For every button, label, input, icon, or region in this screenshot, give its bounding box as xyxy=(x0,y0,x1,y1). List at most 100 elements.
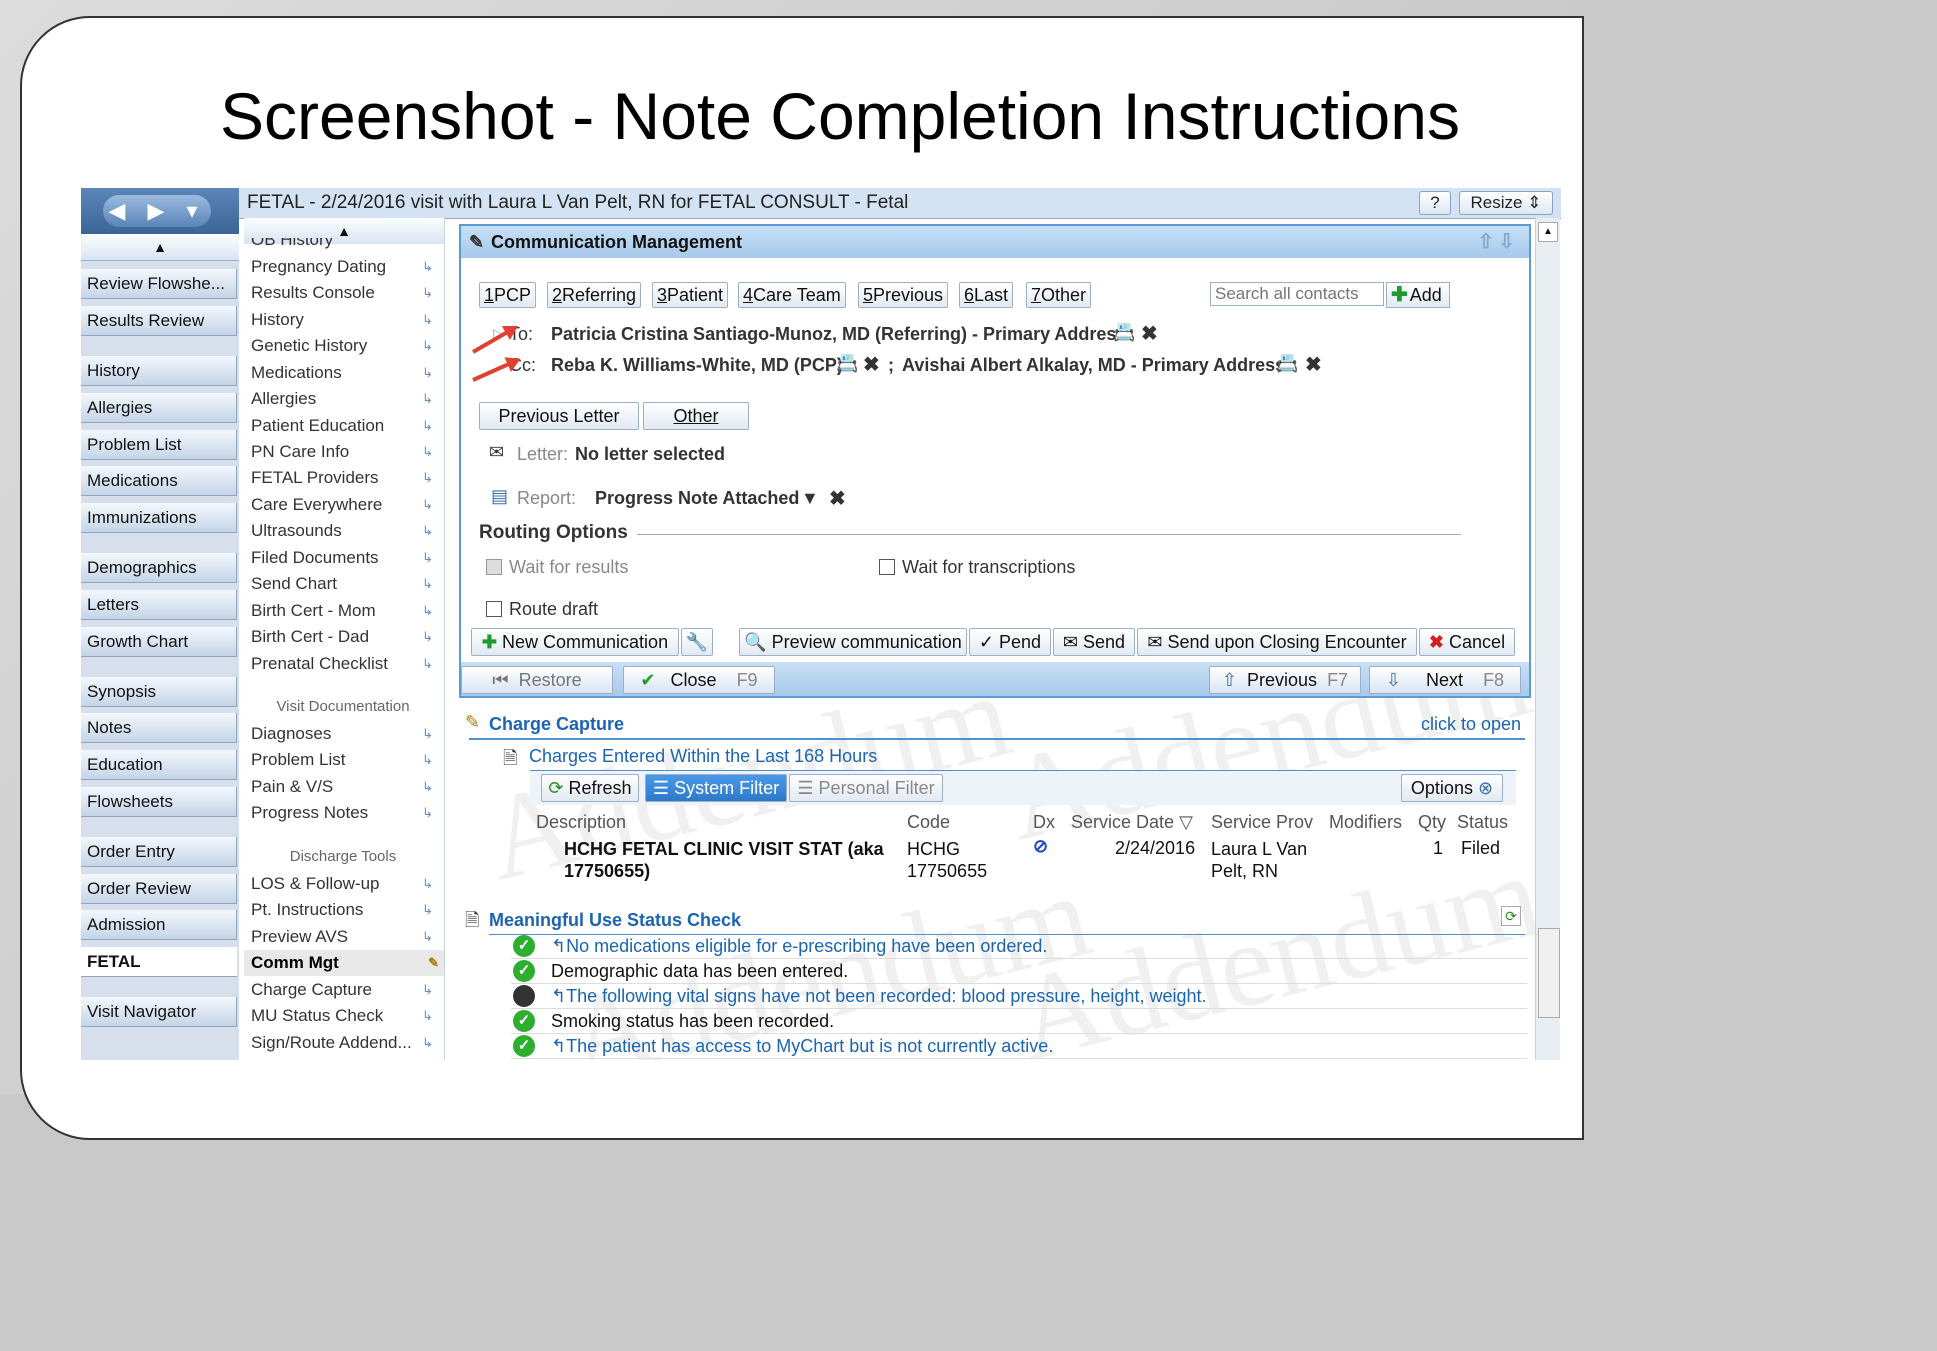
column-header-service-prov[interactable]: Service Prov xyxy=(1211,812,1313,833)
column-header-code[interactable]: Code xyxy=(907,812,950,833)
dx-icon[interactable]: ⊘ xyxy=(1033,836,1048,857)
remove-report-icon[interactable]: ✖ xyxy=(829,486,846,511)
mu-status-title[interactable]: Meaningful Use Status Check xyxy=(489,910,741,931)
sidebar-item-order-entry[interactable]: Order Entry xyxy=(81,837,237,867)
sidebar-item-problem-list[interactable]: Problem List xyxy=(81,430,237,460)
sidebar-item-growth-chart[interactable]: Growth Chart xyxy=(81,627,237,657)
cancel-button[interactable]: ✖ Cancel xyxy=(1419,628,1515,656)
help-button[interactable]: ? xyxy=(1419,191,1451,215)
sidebar-item-medications[interactable]: Medications xyxy=(81,466,237,496)
move-up-down-icon[interactable]: ⇧⇩ xyxy=(1477,226,1519,258)
menu-item-genetic-history[interactable]: Genetic History ↳ xyxy=(251,333,441,359)
remove-recipient-icon[interactable]: ✖ xyxy=(1305,352,1322,377)
menu-item-allergies[interactable]: Allergies ↳ xyxy=(251,386,441,412)
address-book-icon[interactable]: 📇 xyxy=(1113,322,1135,343)
add-contact-button[interactable]: ✚ Add xyxy=(1386,282,1450,308)
preview-communication-button[interactable]: 🔍 Preview communication xyxy=(739,628,967,656)
column-header-service-date[interactable]: Service Date ▽ xyxy=(1071,812,1193,833)
column-header-description[interactable]: Description xyxy=(536,812,626,833)
to-recipient[interactable]: Patricia Cristina Santiago-Munoz, MD (Re… xyxy=(551,324,1126,345)
send-button[interactable]: ✉ Send xyxy=(1053,628,1135,656)
address-book-icon[interactable]: 📇 xyxy=(1276,353,1298,374)
scroll-up-icon[interactable]: ▲ xyxy=(1538,222,1558,242)
report-value[interactable]: Progress Note Attached xyxy=(595,488,799,509)
sidebar-item-visit-navigator[interactable]: Visit Navigator xyxy=(81,997,237,1027)
menu-item-filed-documents[interactable]: Filed Documents ↳ xyxy=(251,545,441,571)
other-button[interactable]: Other xyxy=(643,402,749,430)
nav-scroll-up-icon[interactable]: ▲ xyxy=(81,234,239,261)
menu-item-diagnoses[interactable]: Diagnoses ↳ xyxy=(251,721,441,747)
remove-recipient-icon[interactable]: ✖ xyxy=(1141,321,1158,346)
route-draft-checkbox[interactable] xyxy=(486,601,502,617)
sidebar-item-immunizations[interactable]: Immunizations xyxy=(81,503,237,533)
tab-last[interactable]: 6Last xyxy=(959,282,1014,308)
mu-item[interactable]: ✓ ↰No medications eligible for e-prescri… xyxy=(511,934,1527,959)
column-header-status[interactable]: Status xyxy=(1457,812,1508,833)
menu-item-charge-capture[interactable]: Charge Capture ↳ xyxy=(251,977,441,1003)
chevron-down-icon[interactable]: ▼ xyxy=(801,488,819,509)
menu-item-pt-instructions[interactable]: Pt. Instructions ↳ xyxy=(251,897,441,923)
new-communication-button[interactable]: ✚ New Communication xyxy=(471,628,679,656)
column-header-dx[interactable]: Dx xyxy=(1033,812,1055,833)
menu-item-birth-cert-dad[interactable]: Birth Cert - Dad ↳ xyxy=(251,624,441,650)
menu-item-comm-mgt[interactable]: Comm Mgt ✎ xyxy=(244,950,444,976)
menu-item-ob-history[interactable]: OB History xyxy=(251,238,441,252)
system-filter-button[interactable]: ☰ System Filter xyxy=(645,774,787,802)
sidebar-item-fetal[interactable]: FETAL xyxy=(81,947,237,977)
menu-item-medications[interactable]: Medications ↳ xyxy=(251,360,441,386)
column-header-modifiers[interactable]: Modifiers xyxy=(1329,812,1402,833)
sidebar-item-education[interactable]: Education xyxy=(81,750,237,780)
menu-item-birth-cert-mom[interactable]: Birth Cert - Mom ↳ xyxy=(251,598,441,624)
search-contacts-input[interactable] xyxy=(1210,282,1384,306)
click-to-open-link[interactable]: click to open xyxy=(1421,714,1521,735)
menu-item-fetal-providers[interactable]: FETAL Providers ↳ xyxy=(251,465,441,491)
scrollbar-thumb[interactable] xyxy=(1538,928,1560,1018)
options-button[interactable]: Options ⊗ xyxy=(1401,774,1503,802)
menu-item-ultrasounds[interactable]: Ultrasounds ↳ xyxy=(251,518,441,544)
column-header-qty[interactable]: Qty xyxy=(1418,812,1446,833)
resize-button[interactable]: Resize ⇕ xyxy=(1459,191,1553,215)
charge-capture-title[interactable]: Charge Capture xyxy=(489,714,624,735)
tab-pcp[interactable]: 1PCP xyxy=(479,282,537,308)
cc-recipient-1[interactable]: Reba K. Williams-White, MD (PCP) xyxy=(551,355,843,376)
wait-transcriptions-checkbox[interactable] xyxy=(879,559,895,575)
personal-filter-button[interactable]: ☰ Personal Filter xyxy=(789,774,943,802)
menu-item-care-everywhere[interactable]: Care Everywhere ↳ xyxy=(251,492,441,518)
previous-letter-button[interactable]: Previous Letter xyxy=(479,402,639,430)
menu-item-pn-care-info[interactable]: PN Care Info ↳ xyxy=(251,439,441,465)
remove-recipient-icon[interactable]: ✖ xyxy=(863,352,880,377)
pend-button[interactable]: ✓ Pend xyxy=(969,628,1051,656)
mu-item[interactable]: ✓ ↰The patient has access to MyChart but… xyxy=(511,1034,1527,1059)
menu-item-history[interactable]: History ↳ xyxy=(251,307,441,333)
tab-other[interactable]: 7Other xyxy=(1026,282,1092,308)
menu-item-pregnancy-dating[interactable]: Pregnancy Dating ↳ xyxy=(251,254,441,280)
tab-previous[interactable]: 5Previous xyxy=(858,282,949,308)
sidebar-item-letters[interactable]: Letters xyxy=(81,590,237,620)
back-forward-icon[interactable]: ◀ ▶ ▾ xyxy=(103,195,211,227)
restore-button[interactable]: ⏮ Restore xyxy=(461,666,613,694)
next-button[interactable]: ⇩ Next F8 xyxy=(1369,666,1521,694)
sidebar-item-notes[interactable]: Notes xyxy=(81,713,237,743)
menu-item-mu-status-check[interactable]: MU Status Check ↳ xyxy=(251,1003,441,1029)
tab-referring[interactable]: 2Referring xyxy=(547,282,642,308)
sidebar-item-admission[interactable]: Admission xyxy=(81,910,237,940)
menu-item-progress-notes[interactable]: Progress Notes ↳ xyxy=(251,800,441,826)
menu-item-patient-education[interactable]: Patient Education ↳ xyxy=(251,413,441,439)
sidebar-item-flowsheets[interactable]: Flowsheets xyxy=(81,787,237,817)
sidebar-item-history[interactable]: History xyxy=(81,356,237,386)
mu-item[interactable]: ↰The following vital signs have not been… xyxy=(511,984,1527,1009)
cc-recipient-2[interactable]: Avishai Albert Alkalay, MD - Primary Add… xyxy=(902,355,1285,376)
close-button[interactable]: ✔ Close F9 xyxy=(623,666,775,694)
sidebar-item-results-review[interactable]: Results Review xyxy=(81,306,237,336)
send-upon-closing-button[interactable]: ✉ Send upon Closing Encounter xyxy=(1137,628,1417,656)
sidebar-item-demographics[interactable]: Demographics xyxy=(81,553,237,583)
tab-care-team[interactable]: 4Care Team xyxy=(738,282,846,308)
refresh-button[interactable]: ⟳ Refresh xyxy=(541,774,639,802)
sidebar-item-review-flowsheets[interactable]: Review Flowshe... xyxy=(81,269,237,299)
sidebar-item-synopsis[interactable]: Synopsis xyxy=(81,677,237,707)
menu-item-send-chart[interactable]: Send Chart ↳ xyxy=(251,571,441,597)
menu-item-los-follow-up[interactable]: LOS & Follow-up ↳ xyxy=(251,871,441,897)
menu-item-prenatal-checklist[interactable]: Prenatal Checklist ↳ xyxy=(251,651,441,677)
wrench-icon[interactable]: 🔧 xyxy=(681,628,713,656)
tab-patient[interactable]: 3Patient xyxy=(652,282,729,308)
